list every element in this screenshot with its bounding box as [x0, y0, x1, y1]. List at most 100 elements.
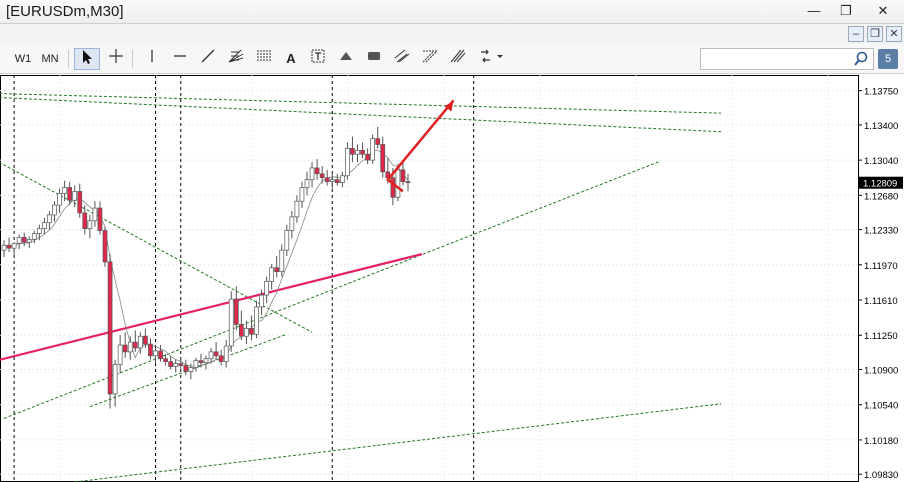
crosshair-tool-button[interactable] — [104, 48, 128, 70]
candle-body — [239, 324, 244, 337]
candle-body — [97, 207, 103, 231]
candle-body — [390, 177, 396, 198]
candle-body — [138, 335, 143, 349]
current-price-label: 1.12809 — [863, 179, 897, 190]
candle-body — [365, 153, 370, 161]
candle-body — [213, 351, 219, 357]
text-label-tool-button[interactable] — [306, 48, 330, 70]
candle-body — [36, 228, 42, 234]
candle-body — [319, 173, 325, 179]
arrows-dropdown-icon — [481, 49, 503, 63]
price-axis-label: 1.10180 — [864, 436, 898, 447]
candle-body — [72, 191, 78, 201]
candle-body — [1, 244, 7, 251]
price-axis-label: 1.12330 — [864, 226, 898, 237]
timeframe-w1-button[interactable]: W1 — [12, 48, 34, 70]
window-maximize-button[interactable]: ❐ — [830, 0, 862, 22]
crosshair-icon — [109, 49, 123, 63]
candle-body — [6, 244, 12, 249]
drawing-toolbar: W1 MN A 5 — [0, 44, 904, 74]
text-label-icon — [311, 49, 325, 63]
candle-body — [294, 200, 300, 218]
plot-area-border — [0, 75, 859, 482]
candle-body — [274, 267, 280, 273]
candle-body — [62, 187, 67, 194]
mdi-restore-button[interactable]: ❐ — [867, 26, 883, 42]
candle-body — [158, 350, 163, 360]
search-input[interactable] — [703, 50, 851, 68]
candle-body — [11, 242, 17, 249]
candle-body — [173, 363, 179, 367]
fibonacci-tool-button[interactable] — [252, 48, 276, 70]
candle-body — [42, 222, 47, 229]
more-tools-dropdown[interactable] — [476, 48, 506, 70]
candle-body — [21, 237, 27, 243]
candle-body — [203, 358, 209, 363]
chart-canvas[interactable]: 1.13750 1.13400 1.13040 1.12680 1.12330 1.119… — [0, 75, 904, 482]
text-tool-button[interactable]: A — [280, 48, 302, 70]
price-axis-label: 1.10540 — [864, 401, 898, 412]
candle-body — [183, 365, 189, 372]
candle-body — [122, 344, 128, 353]
candle-body — [279, 249, 285, 273]
candle-body — [198, 360, 204, 363]
mdi-close-button[interactable]: ✕ — [886, 26, 902, 42]
pitchfork-icon — [450, 49, 466, 63]
candle-body — [143, 335, 148, 345]
candle-body — [92, 207, 98, 222]
candle-body — [16, 237, 22, 244]
timeframe-mn-button[interactable]: MN — [38, 48, 62, 70]
candle-body — [163, 358, 168, 363]
mdi-minimize-button[interactable]: – — [848, 26, 864, 42]
candle-body — [117, 344, 123, 365]
candle-body — [188, 367, 194, 372]
candle-body — [127, 341, 133, 353]
moving-average-slow — [0, 252, 423, 361]
candle-body — [345, 148, 350, 177]
window-titlebar: [EURUSDm,M30] — ❐ ✕ — [0, 0, 904, 24]
window-close-button[interactable]: ✕ — [862, 0, 904, 22]
candle-body — [52, 204, 57, 216]
search-box — [700, 48, 874, 70]
trendline-tool-button[interactable] — [196, 48, 220, 70]
candle-body — [380, 144, 386, 173]
candle-body — [218, 355, 224, 363]
candle-body — [324, 177, 330, 182]
candle-body — [102, 230, 108, 263]
candle-body — [289, 216, 295, 231]
candle-body — [299, 187, 305, 202]
rectangle-tool-button[interactable] — [362, 48, 386, 70]
window-title: [EURUSDm,M30] — [6, 3, 124, 20]
toolbar-separator — [68, 50, 69, 68]
price-axis-label: 1.13750 — [864, 87, 898, 98]
candle-body — [355, 149, 360, 155]
search-icon[interactable] — [853, 51, 869, 67]
fibo-fan-tool-button[interactable] — [418, 48, 442, 70]
triangle-tool-button[interactable] — [334, 48, 358, 70]
candle-body — [269, 267, 274, 282]
trendline-icon — [201, 49, 215, 63]
price-chart[interactable]: 1.13750 1.13400 1.13040 1.12680 1.12330 1.119… — [0, 75, 904, 482]
vertical-line-icon — [151, 50, 153, 62]
candle-body — [395, 169, 401, 198]
mdi-controls-bar: – ❐ ✕ — [0, 24, 904, 44]
vertical-line-tool-button[interactable] — [140, 48, 164, 70]
equidistant-channel-icon — [394, 49, 410, 63]
cursor-tool-button[interactable] — [74, 48, 100, 70]
channel-tool-button[interactable] — [390, 48, 414, 70]
candle-body — [31, 233, 37, 240]
candle-body — [168, 361, 173, 367]
notifications-badge[interactable]: 5 — [878, 49, 898, 69]
price-axis-label: 1.11610 — [864, 296, 898, 307]
gann-fan-tool-button[interactable] — [224, 48, 248, 70]
candle-body — [193, 360, 199, 368]
andrews-pitchfork-tool-button[interactable] — [446, 48, 470, 70]
window-minimize-button[interactable]: — — [798, 0, 830, 22]
horizontal-line-icon — [174, 55, 186, 57]
candle-body — [67, 187, 73, 201]
candle-body — [350, 148, 355, 155]
horizontal-line-tool-button[interactable] — [168, 48, 192, 70]
price-axis-label: 1.12680 — [864, 191, 898, 202]
candle-body — [107, 261, 113, 395]
candle-body — [309, 167, 315, 181]
